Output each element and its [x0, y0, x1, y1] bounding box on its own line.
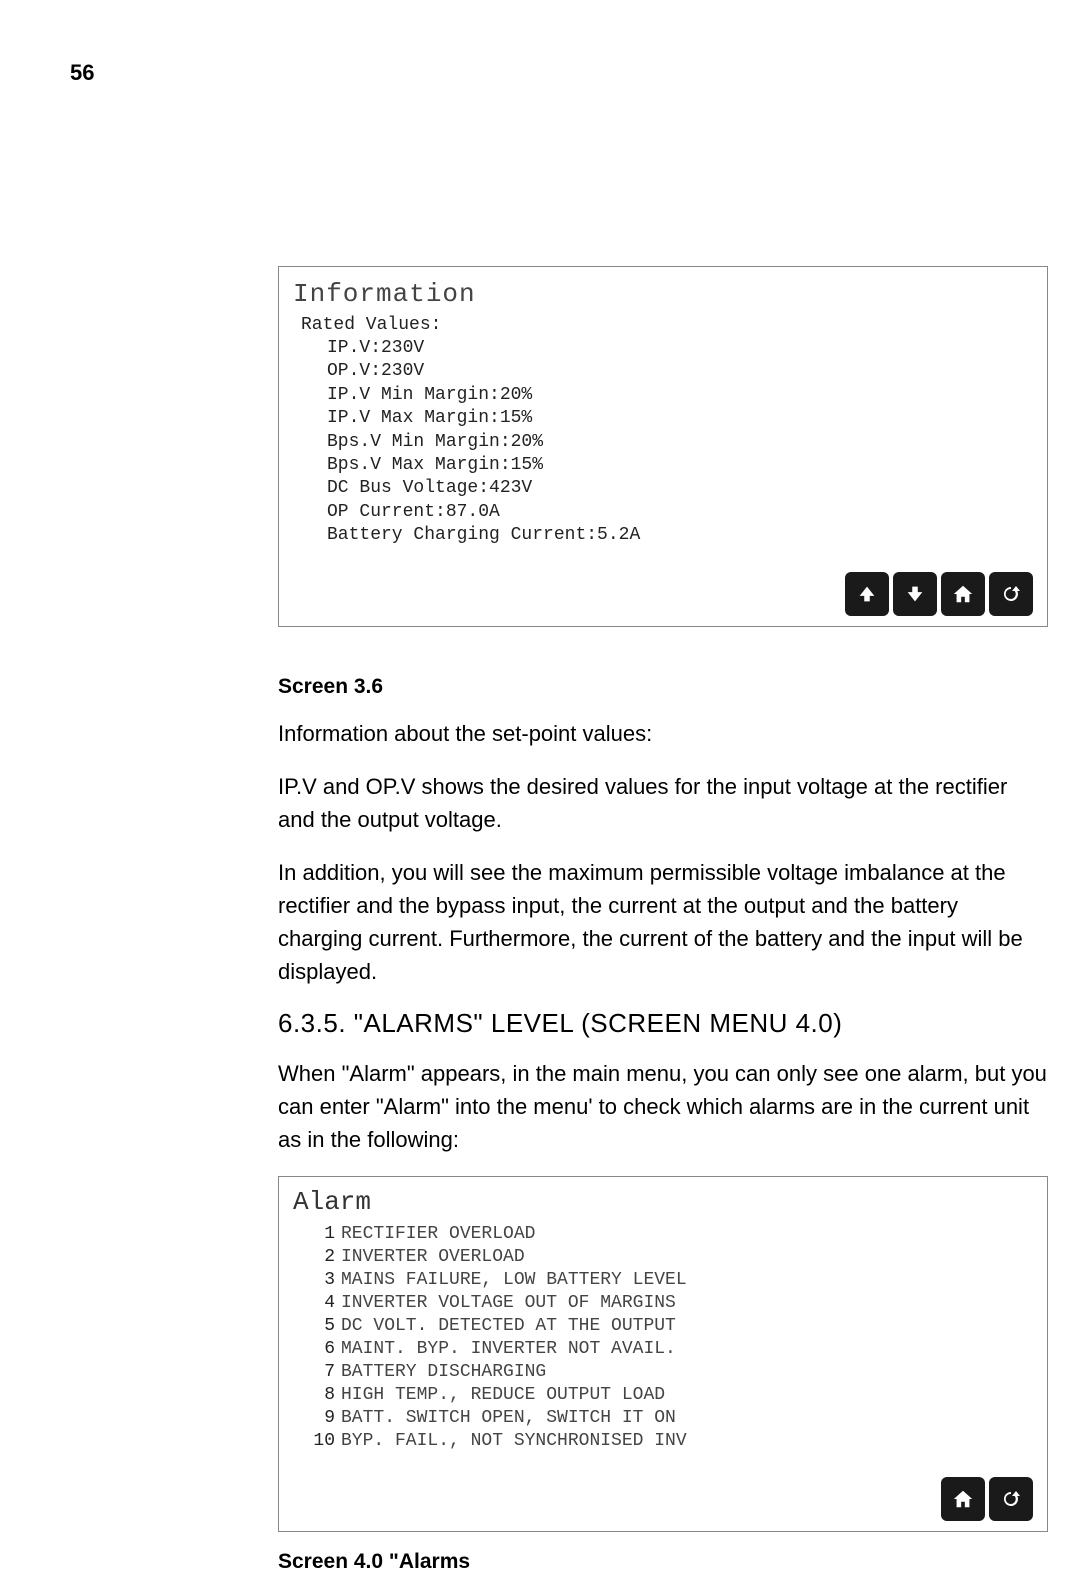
paragraph: Information about the set-point values: — [278, 717, 1048, 750]
lcd-button-row — [293, 1477, 1033, 1521]
home-icon[interactable] — [941, 572, 985, 616]
home-icon[interactable] — [941, 1477, 985, 1521]
alarm-row: 9 BATT. SWITCH OPEN, SWITCH IT ON — [293, 1407, 1033, 1430]
lcd-line: DC Bus Voltage:423V — [327, 477, 1033, 500]
lcd-line: Bps.V Min Margin:20% — [327, 431, 1033, 454]
alarm-row: 4 INVERTER VOLTAGE OUT OF MARGINS — [293, 1292, 1033, 1315]
lcd-line: Battery Charging Current:5.2A — [327, 524, 1033, 547]
alarm-row: 5 DC VOLT. DETECTED AT THE OUTPUT — [293, 1315, 1033, 1338]
lcd-line: IP.V:230V — [327, 337, 1033, 360]
alarm-text: INVERTER VOLTAGE OUT OF MARGINS — [341, 1293, 676, 1313]
screen-caption-4-0: Screen 4.0 "Alarms — [278, 1550, 1048, 1574]
alarm-row: 1 RECTIFIER OVERLOAD — [293, 1223, 1033, 1246]
alarm-number: 7 — [303, 1361, 335, 1384]
alarm-number: 10 — [303, 1430, 335, 1453]
alarm-text: BATT. SWITCH OPEN, SWITCH IT ON — [341, 1408, 676, 1428]
alarm-number: 3 — [303, 1269, 335, 1292]
alarm-text: INVERTER OVERLOAD — [341, 1247, 525, 1267]
alarm-row: 2 INVERTER OVERLOAD — [293, 1246, 1033, 1269]
lcd-line: IP.V Min Margin:20% — [327, 384, 1033, 407]
content-column: Information Rated Values: IP.V:230VOP.V:… — [278, 266, 1048, 1574]
lcd-lines: IP.V:230VOP.V:230VIP.V Min Margin:20%IP.… — [293, 337, 1033, 548]
alarm-row: 7 BATTERY DISCHARGING — [293, 1361, 1033, 1384]
alarm-text: RECTIFIER OVERLOAD — [341, 1224, 535, 1244]
alarm-number: 9 — [303, 1407, 335, 1430]
alarm-list: 1 RECTIFIER OVERLOAD 2 INVERTER OVERLOAD 3 MA… — [293, 1223, 1033, 1453]
arrow-up-solid-icon[interactable] — [845, 572, 889, 616]
page-number: 56 — [70, 60, 1010, 86]
lcd-button-row — [293, 572, 1033, 616]
arrow-down-solid-icon[interactable] — [893, 572, 937, 616]
alarm-number: 2 — [303, 1246, 335, 1269]
lcd-line: OP Current:87.0A — [327, 501, 1033, 524]
paragraph: In addition, you will see the maximum pe… — [278, 856, 1048, 988]
information-lcd-panel: Information Rated Values: IP.V:230VOP.V:… — [278, 266, 1048, 627]
alarm-number: 8 — [303, 1384, 335, 1407]
section-heading-alarms: 6.3.5. "ALARMS" LEVEL (SCREEN MENU 4.0) — [278, 1008, 1048, 1039]
refresh-icon[interactable] — [989, 572, 1033, 616]
alarm-text: HIGH TEMP., REDUCE OUTPUT LOAD — [341, 1385, 665, 1405]
alarm-text: MAINT. BYP. INVERTER NOT AVAIL. — [341, 1339, 676, 1359]
alarm-title: Alarm — [293, 1187, 1033, 1217]
alarm-number: 6 — [303, 1338, 335, 1361]
alarm-row: 10 BYP. FAIL., NOT SYNCHRONISED INV — [293, 1430, 1033, 1453]
paragraph: IP.V and OP.V shows the desired values f… — [278, 770, 1048, 836]
alarm-number: 5 — [303, 1315, 335, 1338]
alarm-text: BATTERY DISCHARGING — [341, 1362, 546, 1382]
lcd-line: IP.V Max Margin:15% — [327, 407, 1033, 430]
lcd-subtitle: Rated Values: — [301, 315, 1033, 335]
alarm-row: 3 MAINS FAILURE, LOW BATTERY LEVEL — [293, 1269, 1033, 1292]
alarm-text: DC VOLT. DETECTED AT THE OUTPUT — [341, 1316, 676, 1336]
alarm-text: MAINS FAILURE, LOW BATTERY LEVEL — [341, 1270, 687, 1290]
refresh-icon[interactable] — [989, 1477, 1033, 1521]
lcd-title: Information — [293, 279, 1033, 309]
lcd-line: OP.V:230V — [327, 360, 1033, 383]
alarm-row: 8 HIGH TEMP., REDUCE OUTPUT LOAD — [293, 1384, 1033, 1407]
lcd-line: Bps.V Max Margin:15% — [327, 454, 1033, 477]
alarm-number: 1 — [303, 1223, 335, 1246]
alarm-number: 4 — [303, 1292, 335, 1315]
alarm-text: BYP. FAIL., NOT SYNCHRONISED INV — [341, 1431, 687, 1451]
alarm-row: 6 MAINT. BYP. INVERTER NOT AVAIL. — [293, 1338, 1033, 1361]
alarm-lcd-panel: Alarm 1 RECTIFIER OVERLOAD 2 INVERTER OVERL… — [278, 1176, 1048, 1532]
screen-caption-3-6: Screen 3.6 — [278, 675, 1048, 699]
paragraph: When "Alarm" appears, in the main menu, … — [278, 1057, 1048, 1156]
